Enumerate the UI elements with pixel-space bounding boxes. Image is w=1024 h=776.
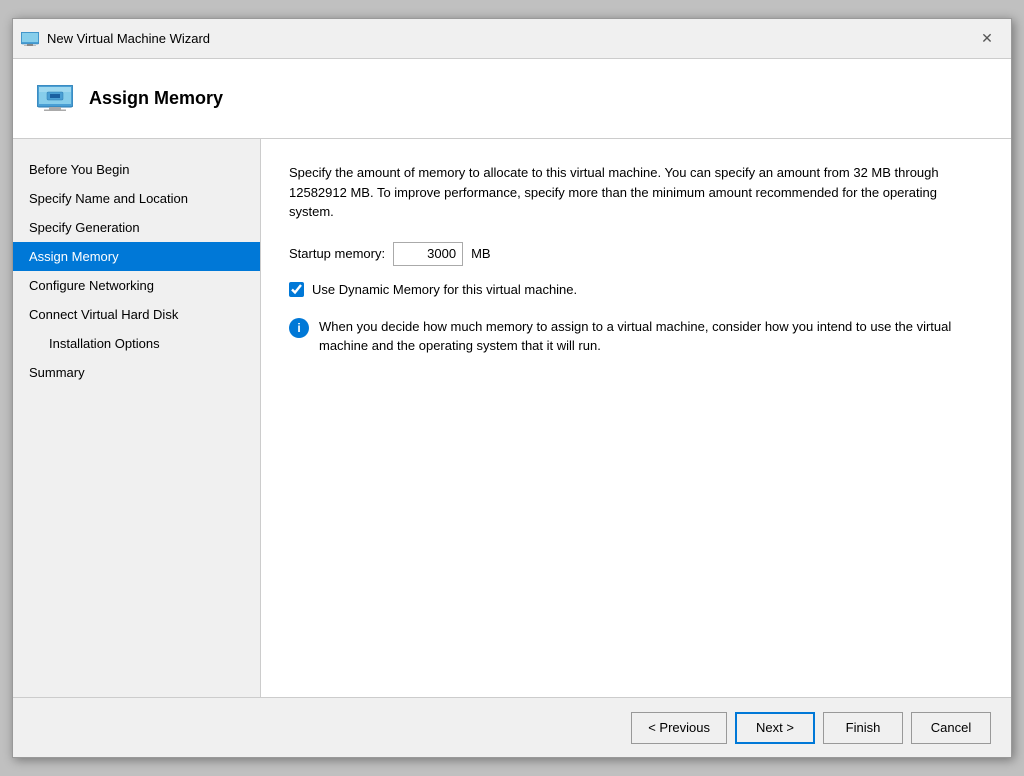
close-button[interactable]: ✕ — [975, 27, 999, 51]
title-bar-left: New Virtual Machine Wizard — [21, 31, 210, 46]
content-area: Specify the amount of memory to allocate… — [261, 139, 1011, 697]
dialog-window: New Virtual Machine Wizard ✕ Assign Memo… — [12, 18, 1012, 758]
sidebar-item-specify-generation[interactable]: Specify Generation — [13, 213, 260, 242]
startup-memory-input[interactable] — [393, 242, 463, 266]
sidebar-item-specify-name[interactable]: Specify Name and Location — [13, 184, 260, 213]
dynamic-memory-checkbox[interactable] — [289, 282, 304, 297]
window-title: New Virtual Machine Wizard — [47, 31, 210, 46]
dynamic-memory-label[interactable]: Use Dynamic Memory for this virtual mach… — [312, 282, 577, 297]
sidebar-item-configure-networking[interactable]: Configure Networking — [13, 271, 260, 300]
info-text: When you decide how much memory to assig… — [319, 317, 969, 356]
next-button[interactable]: Next > — [735, 712, 815, 744]
title-vm-icon — [21, 32, 39, 46]
sidebar-item-installation-options[interactable]: Installation Options — [13, 329, 260, 358]
header-title: Assign Memory — [89, 88, 223, 109]
sidebar-item-summary[interactable]: Summary — [13, 358, 260, 387]
previous-button[interactable]: < Previous — [631, 712, 727, 744]
startup-memory-row: Startup memory: MB — [289, 242, 983, 266]
finish-button[interactable]: Finish — [823, 712, 903, 744]
memory-unit: MB — [471, 246, 491, 261]
sidebar: Before You Begin Specify Name and Locati… — [13, 139, 261, 697]
sidebar-item-assign-memory[interactable]: Assign Memory — [13, 242, 260, 271]
wizard-header: Assign Memory — [13, 59, 1011, 139]
sidebar-item-before-you-begin[interactable]: Before You Begin — [13, 155, 260, 184]
info-box: i When you decide how much memory to ass… — [289, 317, 969, 356]
wizard-body: Before You Begin Specify Name and Locati… — [13, 139, 1011, 697]
cancel-button[interactable]: Cancel — [911, 712, 991, 744]
startup-memory-label: Startup memory: — [289, 246, 385, 261]
info-icon: i — [289, 318, 309, 338]
sidebar-item-connect-vhd[interactable]: Connect Virtual Hard Disk — [13, 300, 260, 329]
header-vm-icon — [37, 85, 73, 113]
title-bar: New Virtual Machine Wizard ✕ — [13, 19, 1011, 59]
dynamic-memory-row: Use Dynamic Memory for this virtual mach… — [289, 282, 983, 297]
wizard-footer: < Previous Next > Finish Cancel — [13, 697, 1011, 757]
content-description: Specify the amount of memory to allocate… — [289, 163, 969, 222]
